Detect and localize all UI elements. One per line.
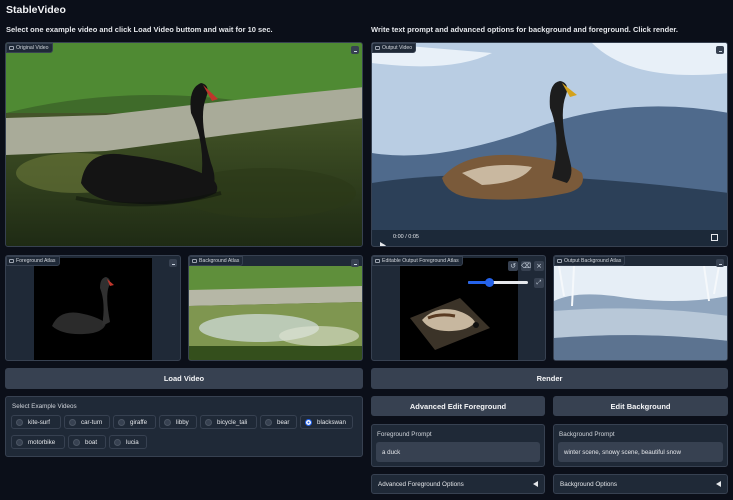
expand-icon[interactable]: ⤢	[534, 278, 544, 288]
background-atlas-panel: Background Atlas	[188, 255, 363, 361]
download-icon[interactable]	[716, 46, 724, 54]
original-video-frame[interactable]	[6, 43, 362, 246]
download-icon[interactable]	[351, 259, 359, 267]
right-instruction: Write text prompt and advanced options f…	[371, 25, 678, 34]
background-prompt-input[interactable]: winter scene, snowy scene, beautiful sno…	[558, 442, 723, 462]
advanced-edit-foreground-button[interactable]: Advanced Edit Foreground	[371, 396, 545, 416]
triangle-left-icon	[533, 481, 538, 487]
background-prompt-label: Background Prompt	[559, 431, 615, 438]
download-icon[interactable]	[351, 46, 359, 54]
original-video-label: Original Video	[6, 43, 53, 53]
download-icon[interactable]	[169, 259, 177, 267]
undo-icon[interactable]: ↺	[508, 261, 518, 271]
radio-icon	[205, 418, 212, 426]
example-motorbike[interactable]: motorbike	[11, 435, 65, 449]
radio-icon	[16, 438, 23, 446]
example-blackswan[interactable]: blackswan	[300, 415, 353, 429]
editable-fg-atlas-panel: Editable Output Foreground Atlas ↺ ⌫ × ⤢	[371, 255, 546, 361]
left-instruction: Select one example video and click Load …	[6, 25, 273, 34]
play-icon[interactable]	[380, 234, 386, 246]
advanced-foreground-options-label: Advanced Foreground Options	[378, 480, 464, 488]
foreground-atlas-image	[34, 258, 152, 360]
radio-selected-icon	[305, 418, 312, 426]
example-boat[interactable]: boat	[68, 435, 106, 449]
foreground-prompt-input[interactable]: a duck	[376, 442, 540, 462]
close-icon[interactable]: ×	[534, 261, 544, 271]
download-icon[interactable]	[716, 259, 724, 267]
radio-icon	[265, 418, 272, 426]
background-options-accordion[interactable]: Background Options	[553, 474, 728, 494]
fullscreen-icon[interactable]	[711, 234, 718, 241]
image-icon	[557, 259, 562, 263]
clear-icon[interactable]: ⌫	[521, 261, 531, 271]
editable-fg-atlas-label: Editable Output Foreground Atlas	[372, 256, 463, 266]
render-button[interactable]: Render	[371, 368, 728, 389]
output-video-panel: Output Video 0:00 / 0:05	[371, 42, 728, 247]
example-kite-surf[interactable]: kite-surf	[11, 415, 61, 429]
app-title: StableVideo	[6, 4, 66, 16]
video-icon	[375, 46, 380, 50]
background-atlas-label: Background Atlas	[189, 256, 244, 266]
example-videos-label: Select Example Videos	[12, 403, 77, 410]
example-libby[interactable]: libby	[159, 415, 197, 429]
edit-background-button[interactable]: Edit Background	[553, 396, 728, 416]
radio-icon	[73, 438, 80, 446]
background-atlas-image	[189, 266, 362, 360]
example-bear[interactable]: bear	[260, 415, 297, 429]
original-video-panel: Original Video	[5, 42, 363, 247]
foreground-atlas-panel: Foreground Atlas	[5, 255, 181, 361]
foreground-prompt-label: Foreground Prompt	[377, 431, 432, 438]
brush-slider-handle[interactable]	[485, 278, 494, 287]
radio-icon	[114, 438, 121, 446]
image-icon	[375, 259, 380, 263]
radio-icon	[16, 418, 23, 426]
example-bicycle-tali[interactable]: bicycle_tali	[200, 415, 257, 429]
output-video-label: Output Video	[372, 43, 417, 53]
example-car-turn[interactable]: car-turn	[64, 415, 110, 429]
foreground-atlas-label: Foreground Atlas	[6, 256, 60, 266]
example-lucia[interactable]: lucia	[109, 435, 147, 449]
advanced-foreground-options-accordion[interactable]: Advanced Foreground Options	[371, 474, 545, 494]
output-bg-atlas-label: Output Background Atlas	[554, 256, 626, 266]
player-time: 0:00 / 0:05	[393, 234, 419, 240]
example-giraffe[interactable]: giraffe	[113, 415, 156, 429]
background-options-label: Background Options	[560, 480, 618, 488]
video-icon	[9, 46, 14, 50]
output-video-frame[interactable]	[372, 43, 727, 246]
editable-fg-atlas-canvas[interactable]	[400, 258, 518, 360]
triangle-left-icon	[716, 481, 721, 487]
radio-icon	[164, 418, 171, 426]
output-bg-atlas-panel: Output Background Atlas	[553, 255, 728, 361]
radio-icon	[69, 418, 76, 426]
image-icon	[192, 259, 197, 263]
image-icon	[9, 259, 14, 263]
radio-icon	[118, 418, 125, 426]
output-bg-atlas-image	[554, 266, 727, 360]
load-video-button[interactable]: Load Video	[5, 368, 363, 389]
